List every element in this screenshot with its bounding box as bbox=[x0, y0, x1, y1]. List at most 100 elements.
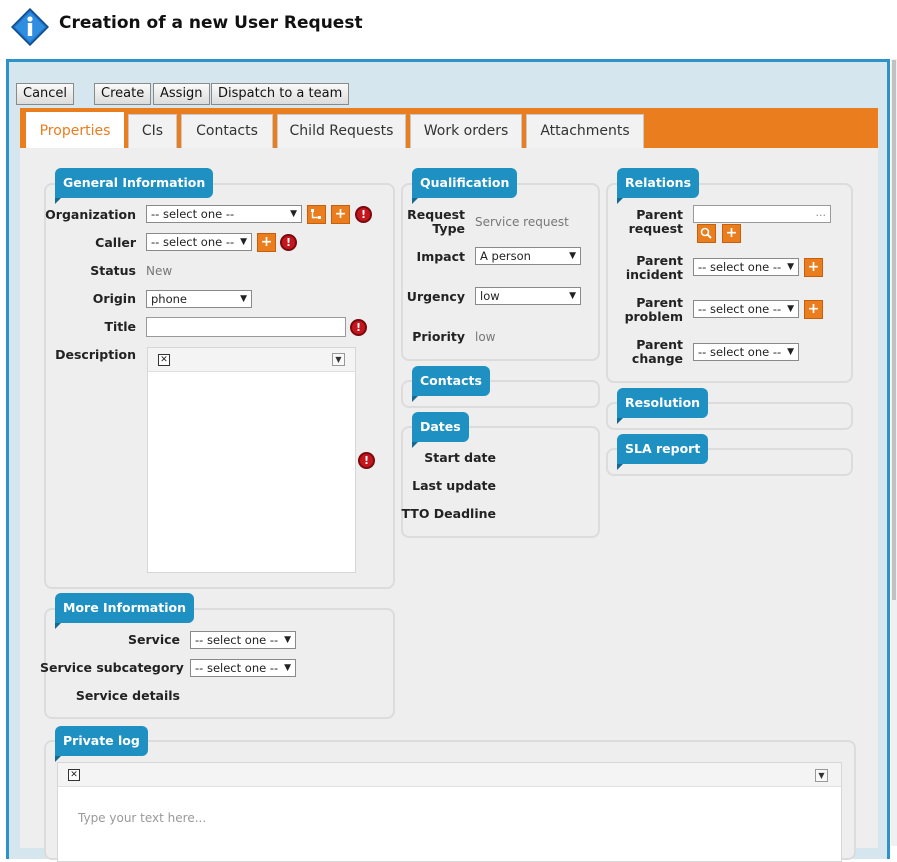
impact-value: A person bbox=[480, 249, 531, 263]
add-parent-problem-button[interactable]: + bbox=[804, 300, 823, 319]
create-button[interactable]: Create bbox=[94, 83, 152, 105]
tab-contacts[interactable]: Contacts bbox=[181, 114, 273, 148]
origin-value: phone bbox=[151, 292, 187, 306]
request-type-label-line2: Type bbox=[432, 221, 465, 236]
resolution-legend[interactable]: Resolution bbox=[617, 388, 709, 424]
cancel-button[interactable]: Cancel bbox=[16, 83, 75, 105]
status-label: Status bbox=[90, 263, 136, 278]
hierarchy-icon[interactable] bbox=[307, 205, 326, 224]
chevron-down-icon: ▼ bbox=[284, 635, 291, 645]
tab-work-orders[interactable]: Work orders bbox=[410, 114, 522, 148]
origin-select[interactable]: phone ▼ bbox=[146, 290, 252, 308]
parent-incident-select[interactable]: -- select one -- ▼ bbox=[693, 258, 799, 276]
chevron-down-icon[interactable]: ▼ bbox=[815, 769, 828, 782]
title-label: Title bbox=[104, 319, 136, 334]
more-information-legend: More Information bbox=[55, 593, 194, 629]
dispatch-button[interactable]: Dispatch to a team bbox=[211, 83, 350, 105]
parent-change-label: Parent change bbox=[610, 338, 683, 366]
general-information-legend: General Information bbox=[55, 168, 214, 204]
service-subcategory-select[interactable]: -- select one -- ▼ bbox=[190, 659, 296, 677]
service-subcategory-value: -- select one -- bbox=[195, 661, 279, 675]
assign-button[interactable]: Assign bbox=[153, 83, 210, 105]
maximize-icon[interactable]: ✕ bbox=[68, 769, 80, 781]
organization-value: -- select one -- bbox=[151, 207, 235, 221]
private-log-placeholder: Type your text here... bbox=[78, 811, 207, 825]
parent-change-select[interactable]: -- select one -- ▼ bbox=[693, 343, 799, 361]
parent-incident-label-line1: Parent bbox=[636, 253, 683, 268]
parent-request-label: Parent request bbox=[610, 208, 683, 236]
add-parent-incident-button[interactable]: + bbox=[804, 258, 823, 277]
caller-select[interactable]: -- select one -- ▼ bbox=[146, 233, 252, 251]
chevron-down-icon: ▼ bbox=[240, 294, 247, 304]
start-date-label: Start date bbox=[424, 450, 496, 465]
priority-label: Priority bbox=[412, 329, 465, 344]
chevron-down-icon: ▼ bbox=[787, 262, 794, 272]
parent-request-label-line2: request bbox=[628, 221, 683, 236]
add-organization-button[interactable]: + bbox=[331, 205, 350, 224]
contacts-legend[interactable]: Contacts bbox=[412, 366, 490, 402]
parent-problem-label-line2: problem bbox=[624, 309, 683, 324]
service-select[interactable]: -- select one -- ▼ bbox=[190, 631, 296, 649]
tto-deadline-label: TTO Deadline bbox=[401, 506, 496, 521]
chevron-down-icon: ▼ bbox=[787, 304, 794, 314]
parent-request-input[interactable]: ... bbox=[693, 205, 831, 223]
parent-change-label-line1: Parent bbox=[636, 337, 683, 352]
chevron-down-icon: ▼ bbox=[569, 291, 576, 301]
chevron-down-icon: ▼ bbox=[290, 209, 297, 219]
service-subcategory-label: Service subcategory bbox=[40, 660, 184, 675]
last-update-label: Last update bbox=[412, 478, 496, 493]
sla-report-legend[interactable]: SLA report bbox=[617, 434, 709, 470]
search-icon[interactable] bbox=[697, 224, 716, 243]
tab-attachments[interactable]: Attachments bbox=[526, 114, 644, 148]
relations-legend: Relations bbox=[617, 168, 700, 204]
private-log-legend: Private log bbox=[55, 726, 148, 762]
tab-child-requests[interactable]: Child Requests bbox=[277, 114, 406, 148]
urgency-value: low bbox=[480, 289, 500, 303]
qualification-legend: Qualification bbox=[412, 168, 518, 204]
origin-label: Origin bbox=[92, 291, 136, 306]
parent-incident-value: -- select one -- bbox=[698, 260, 782, 274]
urgency-select[interactable]: low ▼ bbox=[475, 287, 581, 305]
title-input[interactable] bbox=[146, 317, 346, 337]
chevron-down-icon: ▼ bbox=[240, 237, 247, 247]
page-scrollbar-thumb[interactable] bbox=[892, 60, 896, 600]
chevron-down-icon: ▼ bbox=[284, 663, 291, 673]
mandatory-icon: ! bbox=[355, 206, 372, 223]
description-label: Description bbox=[55, 347, 136, 362]
page-title: Creation of a new User Request bbox=[59, 13, 363, 33]
mandatory-icon: ! bbox=[280, 234, 297, 251]
service-label: Service bbox=[128, 632, 180, 647]
parent-problem-select[interactable]: -- select one -- ▼ bbox=[693, 300, 799, 318]
impact-label: Impact bbox=[416, 249, 465, 264]
dates-legend: Dates bbox=[412, 412, 469, 448]
chevron-down-icon: ▼ bbox=[569, 251, 576, 261]
private-log-editor[interactable]: ✕ ▼ Type your text here... bbox=[57, 762, 842, 862]
chevron-down-icon[interactable]: ▼ bbox=[332, 353, 345, 366]
chevron-down-icon: ▼ bbox=[787, 347, 794, 357]
impact-select[interactable]: A person ▼ bbox=[475, 247, 581, 265]
description-editor[interactable]: ✕ ▼ bbox=[147, 347, 356, 573]
parent-problem-value: -- select one -- bbox=[698, 302, 782, 316]
parent-change-label-line2: change bbox=[631, 351, 683, 366]
tab-properties[interactable]: Properties bbox=[26, 112, 124, 148]
service-details-label: Service details bbox=[75, 688, 180, 703]
parent-problem-label: Parent problem bbox=[610, 296, 683, 324]
request-type-label: Request Type bbox=[400, 208, 465, 236]
parent-change-value: -- select one -- bbox=[698, 345, 782, 359]
parent-incident-label-line2: incident bbox=[625, 267, 683, 282]
service-value: -- select one -- bbox=[195, 633, 279, 647]
mandatory-icon: ! bbox=[358, 452, 375, 469]
priority-value: low bbox=[475, 330, 496, 344]
request-type-value: Service request bbox=[475, 215, 569, 229]
status-value: New bbox=[146, 264, 173, 278]
info-icon bbox=[11, 8, 49, 46]
urgency-label: Urgency bbox=[406, 289, 465, 304]
caller-label: Caller bbox=[95, 235, 136, 250]
add-caller-button[interactable]: + bbox=[257, 233, 276, 252]
organization-select[interactable]: -- select one -- ▼ bbox=[146, 205, 302, 223]
add-parent-request-button[interactable]: + bbox=[722, 224, 741, 243]
maximize-icon[interactable]: ✕ bbox=[158, 354, 170, 366]
tab-cis[interactable]: CIs bbox=[128, 114, 177, 148]
parent-request-label-line1: Parent bbox=[636, 207, 683, 222]
caller-value: -- select one -- bbox=[151, 235, 235, 249]
